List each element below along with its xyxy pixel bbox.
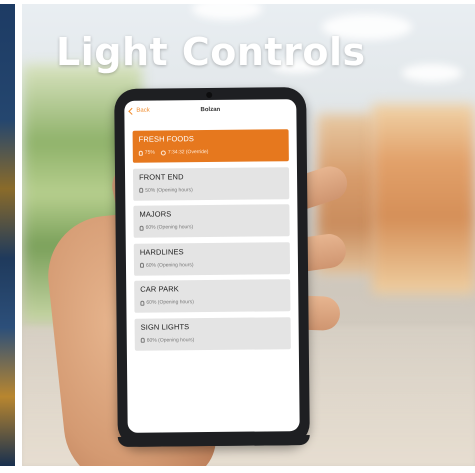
zone-status: 60% (Opening hours) — [145, 261, 194, 269]
zone-name: CAR PARK — [140, 284, 179, 294]
zone-fresh-foods[interactable]: FRESH FOODS 75% 7:34:32 (Override) — [132, 129, 289, 163]
shelf-far-right — [372, 104, 475, 294]
ceiling-light — [402, 64, 462, 82]
image-gutter — [15, 0, 22, 473]
hero-title: Light Controls — [56, 30, 366, 74]
zone-front-end[interactable]: FRONT END 50% (Opening hours) — [132, 166, 290, 201]
zone-meta: 60% (Opening hours) — [140, 335, 285, 345]
lightbulb-icon — [140, 337, 145, 343]
zone-meta: 60% (Opening hours) — [139, 222, 284, 232]
zone-status: 60% (Opening hours) — [146, 299, 194, 306]
zone-car-park[interactable]: CAR PARK 60% (Opening hours) — [134, 279, 291, 313]
app-header: Back Bolzan — [124, 99, 296, 123]
zone-list: FRESH FOODS 75% 7:34:32 (Override) FRONT… — [132, 129, 291, 356]
clock-icon — [160, 149, 166, 156]
zone-name: MAJORS — [139, 209, 172, 219]
zone-meta: 75% 7:34:32 (Override) — [138, 147, 283, 157]
lightbulb-icon — [138, 150, 143, 156]
zone-status: 60% (Opening hours) — [146, 336, 195, 344]
image-border-bottom — [0, 466, 475, 473]
zone-meta: 60% (Opening hours) — [140, 297, 284, 307]
zone-hardlines[interactable]: HARDLINES 60% (Opening hours) — [133, 241, 291, 276]
phone-screen: Back Bolzan FRESH FOODS 75% 7:34:32 (Ove… — [124, 99, 300, 433]
zone-status: 7:34:32 (Override) — [167, 149, 209, 156]
adjacent-image-sliver — [0, 4, 15, 466]
zone-majors[interactable]: MAJORS 60% (Opening hours) — [133, 204, 290, 238]
app-title: Bolzan — [200, 106, 221, 114]
ceiling-light — [192, 4, 262, 20]
smartphone: Back Bolzan FRESH FOODS 75% 7:34:32 (Ove… — [114, 87, 310, 447]
zone-name: FRESH FOODS — [138, 134, 194, 144]
zone-level: 75% — [144, 149, 155, 156]
lightbulb-icon — [139, 262, 145, 268]
phone-bezel-bottom — [117, 434, 310, 447]
lightbulb-icon — [139, 225, 144, 231]
zone-status: 60% (Opening hours) — [145, 224, 194, 231]
front-camera — [206, 91, 213, 99]
zone-name: SIGN LIGHTS — [140, 321, 190, 332]
lightbulb-icon — [140, 300, 145, 306]
zone-meta: 60% (Opening hours) — [139, 260, 284, 270]
zone-meta: 50% (Opening hours) — [139, 185, 283, 195]
zone-status: 50% (Opening hours) — [145, 186, 193, 194]
lightbulb-icon — [139, 187, 144, 193]
zone-name: FRONT END — [139, 171, 184, 182]
zone-name: HARDLINES — [139, 246, 184, 257]
zone-sign-lights[interactable]: SIGN LIGHTS 60% (Opening hours) — [134, 316, 291, 351]
